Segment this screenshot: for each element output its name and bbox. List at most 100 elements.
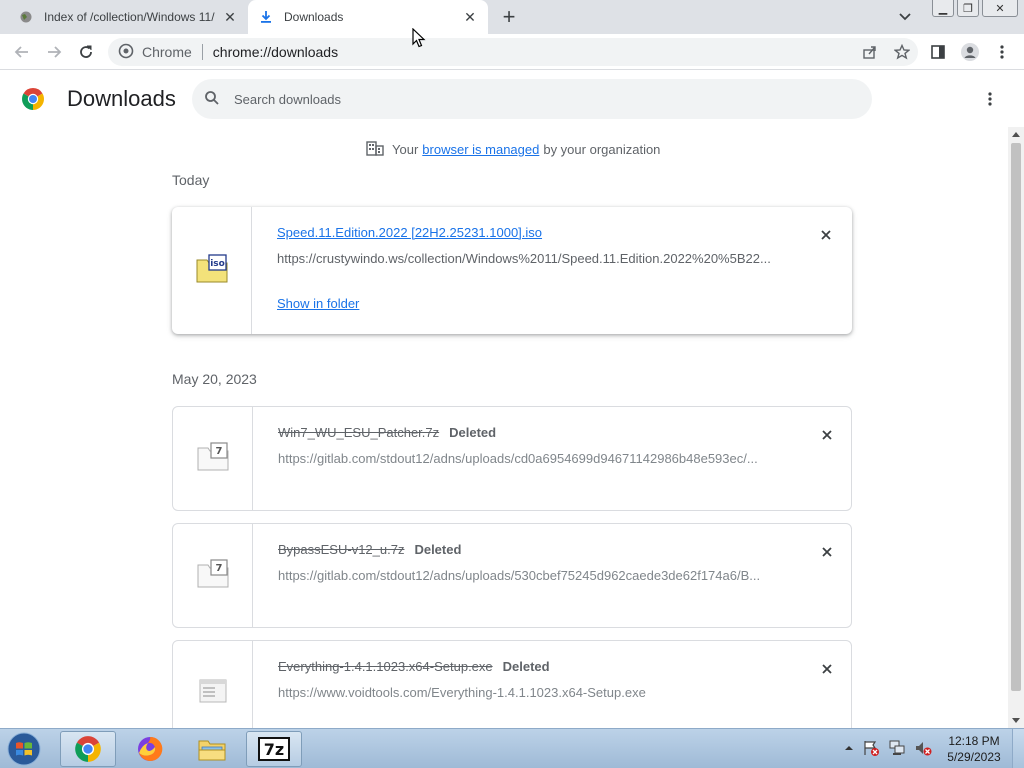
remove-download-button[interactable] — [817, 659, 837, 679]
close-icon — [822, 664, 832, 674]
window-controls: ▁ ❐ ✕ — [929, 0, 1018, 17]
taskbar-clock[interactable]: 12:18 PM 5/29/2023 — [944, 733, 1004, 765]
building-icon — [366, 140, 384, 159]
close-tab-icon[interactable]: ✕ — [462, 9, 478, 25]
remove-download-button[interactable] — [817, 542, 837, 562]
close-window-button[interactable]: ✕ — [982, 0, 1018, 17]
omnibox-url[interactable]: chrome://downloads — [213, 44, 338, 60]
action-center-flag-icon[interactable] — [862, 739, 880, 757]
status-badge: Deleted — [502, 659, 550, 674]
show-in-folder-link[interactable]: Show in folder — [277, 296, 359, 311]
explorer-icon — [198, 740, 226, 761]
tab-title: Downloads — [284, 10, 344, 24]
show-desktop-button[interactable] — [1012, 729, 1024, 768]
share-icon[interactable] — [860, 42, 880, 62]
downloads-menu-icon[interactable] — [980, 89, 1000, 109]
managed-notice: Your browser is managed by your organiza… — [366, 140, 660, 159]
download-item: 7 BypassESU-v12_u.7z Deleted https://gitl… — [172, 523, 852, 628]
forward-button[interactable] — [42, 40, 66, 64]
taskbar-7zip[interactable]: 7z — [246, 731, 302, 767]
vertical-scrollbar[interactable] — [1008, 127, 1024, 728]
close-icon — [822, 547, 832, 557]
close-tab-icon[interactable]: ✕ — [222, 9, 238, 25]
side-panel-icon[interactable] — [926, 40, 950, 64]
page-title: Downloads — [67, 86, 176, 111]
download-icon — [258, 9, 274, 25]
forward-arrow-icon — [48, 46, 62, 58]
tab-downloads[interactable]: Downloads ✕ — [248, 0, 488, 34]
download-source-url[interactable]: https://crustywindo.ws/collection/Window… — [277, 251, 777, 266]
status-badge: Deleted — [449, 425, 497, 440]
mouse-cursor-icon — [412, 27, 426, 48]
network-icon[interactable] — [888, 739, 906, 757]
show-hidden-icons-icon[interactable] — [844, 744, 854, 752]
firefox-icon — [138, 736, 163, 761]
volume-muted-icon[interactable] — [914, 739, 932, 757]
file-icon-column: 7 — [173, 524, 253, 627]
iso-file-icon: iso — [195, 254, 229, 287]
chrome-icon — [75, 736, 101, 762]
close-icon — [822, 430, 832, 440]
tab-index-of-collection[interactable]: Index of /collection/Windows 11/ ✕ — [8, 0, 248, 34]
windows-taskbar: 7z 12:18 PM 5/29/2023 — [0, 728, 1024, 768]
remove-download-button[interactable] — [816, 225, 836, 245]
download-source-url[interactable]: https://gitlab.com/stdout12/adns/uploads… — [278, 568, 778, 583]
download-filename: Everything-1.4.1.1023.x64-Setup.exe Delet… — [278, 659, 550, 674]
browser-toolbar: Chrome chrome://downloads — [0, 34, 1024, 70]
omnibox-separator — [201, 44, 203, 60]
svg-text:7: 7 — [215, 446, 222, 457]
chrome-page-icon — [118, 43, 134, 62]
tab-search-chevron-icon[interactable] — [895, 8, 915, 26]
download-item: Everything-1.4.1.1023.x64-Setup.exe Delet… — [172, 640, 852, 728]
scroll-up-arrow-icon[interactable] — [1012, 132, 1020, 137]
profile-avatar-icon[interactable] — [958, 40, 982, 64]
download-item: 7 Win7_WU_ESU_Patcher.7z Deleted https://… — [172, 406, 852, 511]
svg-text:7: 7 — [215, 563, 222, 574]
taskbar-firefox[interactable] — [122, 731, 178, 767]
svg-text:iso: iso — [210, 259, 225, 269]
reload-button[interactable] — [74, 40, 98, 64]
7zip-icon: 7z — [258, 737, 290, 761]
scrollbar-thumb[interactable] — [1011, 143, 1021, 691]
clock-date: 5/29/2023 — [947, 750, 1001, 764]
download-filename: Win7_WU_ESU_Patcher.7z Deleted — [278, 425, 496, 440]
file-icon-column: 7 — [173, 407, 253, 510]
date-header-today: Today — [172, 172, 210, 188]
new-tab-button[interactable]: + — [496, 4, 522, 29]
file-icon-column: iso — [172, 207, 252, 334]
search-input[interactable] — [234, 91, 834, 107]
remove-download-button[interactable] — [817, 425, 837, 445]
omnibox-chip: Chrome — [142, 44, 192, 60]
browser-managed-link[interactable]: browser is managed — [422, 142, 539, 157]
download-source-url[interactable]: https://www.voidtools.com/Everything-1.4… — [278, 685, 778, 700]
download-filename-link[interactable]: Speed.11.Edition.2022 [22H2.25231.1000].… — [277, 225, 542, 240]
omnibox-actions — [848, 42, 912, 62]
back-button[interactable] — [10, 40, 34, 64]
downloads-list: Your browser is managed by your organiza… — [0, 127, 1008, 728]
globe-icon — [18, 9, 34, 25]
taskbar-explorer[interactable] — [184, 731, 240, 767]
managed-suffix: by your organization — [543, 142, 661, 157]
search-downloads-bar[interactable] — [192, 79, 872, 119]
minimize-button[interactable]: ▁ — [932, 0, 954, 17]
filename-text: Everything-1.4.1.1023.x64-Setup.exe — [278, 659, 493, 674]
7z-file-icon: 7 — [196, 559, 230, 592]
bookmark-star-icon[interactable] — [892, 42, 912, 62]
scroll-down-arrow-icon[interactable] — [1012, 718, 1020, 723]
start-button[interactable] — [4, 730, 44, 768]
chrome-menu-icon[interactable] — [990, 40, 1014, 64]
download-source-url[interactable]: https://gitlab.com/stdout12/adns/uploads… — [278, 451, 778, 466]
downloads-header: Downloads — [0, 71, 1024, 127]
back-arrow-icon — [14, 46, 28, 58]
address-bar[interactable]: Chrome chrome://downloads — [108, 38, 918, 66]
tab-title: Index of /collection/Windows 11/ — [44, 10, 215, 24]
tab-strip: Index of /collection/Windows 11/ ✕ Downl… — [0, 0, 1024, 34]
managed-prefix: Your — [392, 142, 419, 157]
7z-file-icon: 7 — [196, 442, 230, 475]
date-header-may-20: May 20, 2023 — [172, 371, 257, 387]
start-orb-icon — [7, 732, 41, 766]
restore-button[interactable]: ❐ — [957, 0, 979, 17]
chrome-logo-icon — [21, 87, 45, 111]
taskbar-chrome[interactable] — [60, 731, 116, 767]
clock-time: 12:18 PM — [948, 734, 1000, 748]
